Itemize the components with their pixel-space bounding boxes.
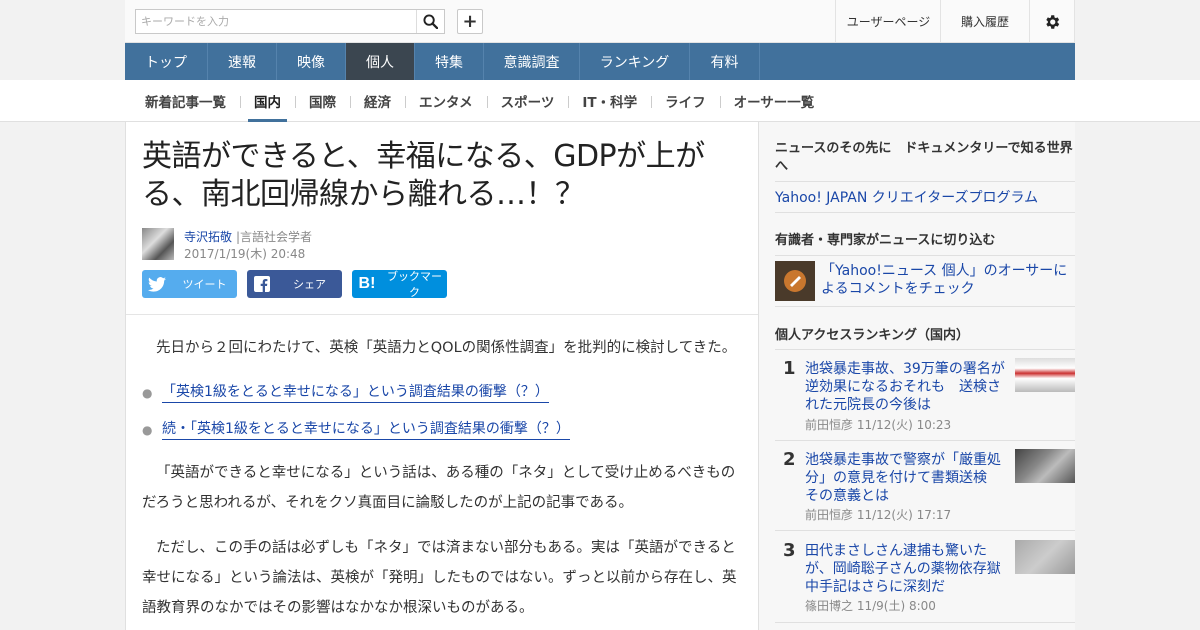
nav-paid[interactable]: 有料 — [690, 43, 760, 80]
ranking-item-2[interactable]: 2 池袋暴走事故で警察が「厳重処分」の意見を付けて書類送検 その意義とは 前田恒… — [775, 449, 1075, 529]
author-name[interactable]: 寺沢拓敬 — [184, 228, 232, 245]
ranking-meta: 篠田博之 11/9(土) 8:00 — [805, 599, 936, 613]
nav-survey[interactable]: 意識調査 — [484, 43, 580, 80]
ranking-title[interactable]: 田代まさしさん逮捕も驚いたが、岡崎聡子さんの薬物依存獄中手記はさらに深刻だ — [805, 542, 1005, 596]
article-divider — [126, 314, 758, 315]
ranking-number: 3 — [783, 540, 796, 561]
subnav-economy[interactable]: 経済 — [350, 80, 405, 122]
author-avatar[interactable] — [142, 228, 174, 260]
search-button[interactable] — [416, 10, 444, 33]
comment-icon — [775, 261, 815, 301]
nav-video[interactable]: 映像 — [277, 43, 346, 80]
related-link-1-text[interactable]: 「英検1級をとると幸せになる」という調査結果の衝撃（？） — [162, 382, 549, 403]
ranking-item-3[interactable]: 3 田代まさしさん逮捕も驚いたが、岡崎聡子さんの薬物依存獄中手記はさらに深刻だ … — [775, 540, 1075, 620]
sidebar-divider — [775, 530, 1075, 531]
purchase-history-link[interactable]: 購入履歴 — [940, 0, 1029, 43]
subnav-authors[interactable]: オーサー一覧 — [719, 80, 829, 122]
article-title: 英語ができると、幸福になる、GDPが上がる、南北回帰線から離れる…！？ — [142, 139, 705, 212]
article-paragraph-2: 「英語ができると幸せになる」という話は、ある種の「ネタ」として受け止めるべきもの… — [142, 465, 736, 511]
nav-feature[interactable]: 特集 — [415, 43, 484, 80]
search-icon — [423, 14, 438, 29]
hatena-icon: B! — [358, 275, 376, 292]
settings-button[interactable] — [1029, 0, 1075, 43]
article-paragraph-1: 先日から２回にわたけて、英検「英語力とQOLの関係性調査」を批判的に検討してきた… — [156, 340, 737, 356]
plus-icon: + — [462, 11, 478, 32]
ranking-item-1[interactable]: 1 池袋暴走事故、39万筆の署名が逆効果になるおそれも 送検された元院長の今後は… — [775, 358, 1075, 438]
nav-individual[interactable]: 個人 — [346, 43, 415, 80]
subnav-life[interactable]: ライフ — [651, 80, 720, 122]
nav-top[interactable]: トップ — [125, 43, 208, 80]
ranking-meta: 前田恒彦 11/12(火) 10:23 — [805, 418, 952, 432]
bullet-icon: ● — [142, 386, 153, 400]
nav-ranking[interactable]: ランキング — [580, 43, 690, 80]
facebook-share-button[interactable]: シェア — [247, 270, 342, 298]
user-page-link[interactable]: ユーザーページ — [835, 0, 941, 43]
ranking-thumbnail[interactable] — [1015, 540, 1075, 574]
sidebar-divider — [775, 255, 1075, 256]
search-input[interactable] — [136, 10, 418, 33]
article: 英語ができると、幸福になる、GDPが上がる、南北回帰線から離れる…！？ 寺沢拓敬… — [125, 122, 759, 630]
sidebar: ニュースのその先に ドキュメンタリーで知る世界へ Yahoo! JAPAN クリ… — [759, 122, 1075, 630]
sub-nav: 新着記事一覧 国内 国際 経済 エンタメ スポーツ IT・科学 ライフ オーサー… — [125, 80, 828, 122]
subnav-entertainment[interactable]: エンタメ — [405, 80, 487, 122]
sidebar-divider — [775, 440, 1075, 441]
search-box — [135, 9, 445, 34]
promo-heading: ニュースのその先に ドキュメンタリーで知る世界へ — [775, 141, 1073, 174]
twitter-icon — [142, 276, 172, 292]
sidebar-divider — [775, 306, 1075, 307]
bullet-icon: ● — [142, 423, 153, 437]
ranking-title[interactable]: 池袋暴走事故、39万筆の署名が逆効果になるおそれも 送検された元院長の今後は — [805, 360, 1005, 414]
sidebar-divider — [775, 622, 1075, 623]
hatena-bookmark-label: ブックマーク — [387, 270, 442, 299]
subnav-it-science[interactable]: IT・科学 — [568, 80, 651, 122]
subnav-domestic[interactable]: 国内 — [240, 80, 295, 122]
facebook-icon — [247, 276, 277, 292]
nav-breaking[interactable]: 速報 — [208, 43, 277, 80]
main-nav: トップ 速報 映像 個人 特集 意識調査 ランキング 有料 — [125, 43, 1075, 80]
ranking-thumbnail[interactable] — [1015, 358, 1075, 392]
expert-heading: 有識者・専門家がニュースに切り込む — [775, 233, 996, 248]
creators-program-link[interactable]: Yahoo! JAPAN クリエイターズプログラム — [775, 187, 1038, 207]
subnav-sports[interactable]: スポーツ — [486, 80, 569, 122]
expert-comment-link[interactable]: 「Yahoo!ニュース 個人」のオーサーによるコメントをチェック — [821, 262, 1071, 298]
article-paragraph-3: ただし、この手の話は必ずしも「ネタ」では済まない部分もある。実は「英語ができると… — [142, 540, 737, 616]
sidebar-divider — [775, 181, 1075, 182]
hatena-bookmark-button[interactable]: B! ブックマーク — [352, 270, 447, 299]
gear-icon — [1046, 14, 1060, 29]
ranking-heading: 個人アクセスランキング（国内） — [775, 328, 969, 343]
article-date: 2017/1/19(木) 20:48 — [184, 247, 306, 261]
tweet-button[interactable]: ツイート — [142, 270, 237, 298]
subnav-international[interactable]: 国際 — [295, 80, 350, 122]
ranking-thumbnail[interactable] — [1015, 449, 1075, 483]
sidebar-divider — [775, 212, 1075, 213]
top-bar: + ユーザーページ 購入履歴 — [125, 0, 1075, 43]
related-link-2-text[interactable]: 続・「英検1級をとると幸せになる」という調査結果の衝撃（？） — [162, 419, 570, 440]
tweet-label: ツイート — [182, 278, 227, 291]
ranking-number: 2 — [783, 449, 796, 470]
subnav-latest[interactable]: 新着記事一覧 — [125, 80, 240, 122]
add-button[interactable]: + — [457, 9, 483, 34]
ranking-meta: 前田恒彦 11/12(火) 17:17 — [805, 508, 952, 522]
sidebar-divider — [775, 349, 1075, 350]
author-role: |言語社会学者 — [236, 230, 313, 244]
facebook-share-label: シェア — [293, 278, 326, 291]
ranking-title[interactable]: 池袋暴走事故で警察が「厳重処分」の意見を付けて書類送検 その意義とは — [805, 451, 1005, 505]
ranking-number: 1 — [783, 358, 796, 379]
